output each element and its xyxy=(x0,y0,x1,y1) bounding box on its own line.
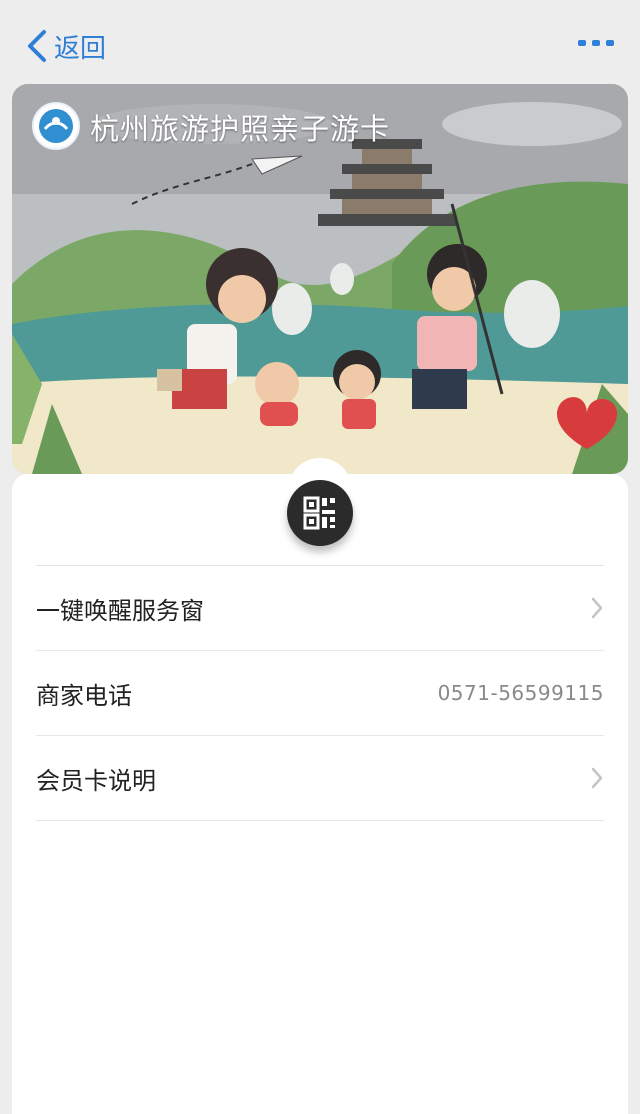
back-button[interactable]: 返回 xyxy=(26,28,106,64)
chevron-left-icon xyxy=(28,30,46,62)
more-menu-button[interactable] xyxy=(578,40,614,46)
hangzhou-tourism-logo xyxy=(32,102,80,150)
qr-code-button[interactable] xyxy=(287,480,353,546)
back-label: 返回 xyxy=(54,33,107,64)
card-title: 杭州旅游护照亲子游卡 xyxy=(90,112,391,146)
menu-item-label: 一键唤醒服务窗 xyxy=(36,596,204,625)
phone-number[interactable]: 0571-56599115 xyxy=(438,681,604,705)
chevron-right-icon xyxy=(591,767,603,789)
ellipsis-icon xyxy=(578,40,586,46)
menu-item-label: 会员卡说明 xyxy=(36,766,156,795)
navigation-bar: 返回 xyxy=(0,0,640,84)
membership-card: 杭州旅游护照亲子游卡 xyxy=(12,84,628,474)
menu-item-card-description[interactable]: 会员卡说明 xyxy=(36,736,604,821)
card-details-panel: 一键唤醒服务窗 商家电话 0571-56599115 会员卡说明 xyxy=(12,458,628,1114)
menu-item-merchant-phone[interactable]: 商家电话 0571-56599115 xyxy=(36,651,604,736)
menu-item-wake-service[interactable]: 一键唤醒服务窗 xyxy=(36,566,604,651)
qr-code-icon xyxy=(303,496,335,530)
chevron-right-icon xyxy=(591,597,603,619)
menu-item-label: 商家电话 xyxy=(36,681,132,710)
